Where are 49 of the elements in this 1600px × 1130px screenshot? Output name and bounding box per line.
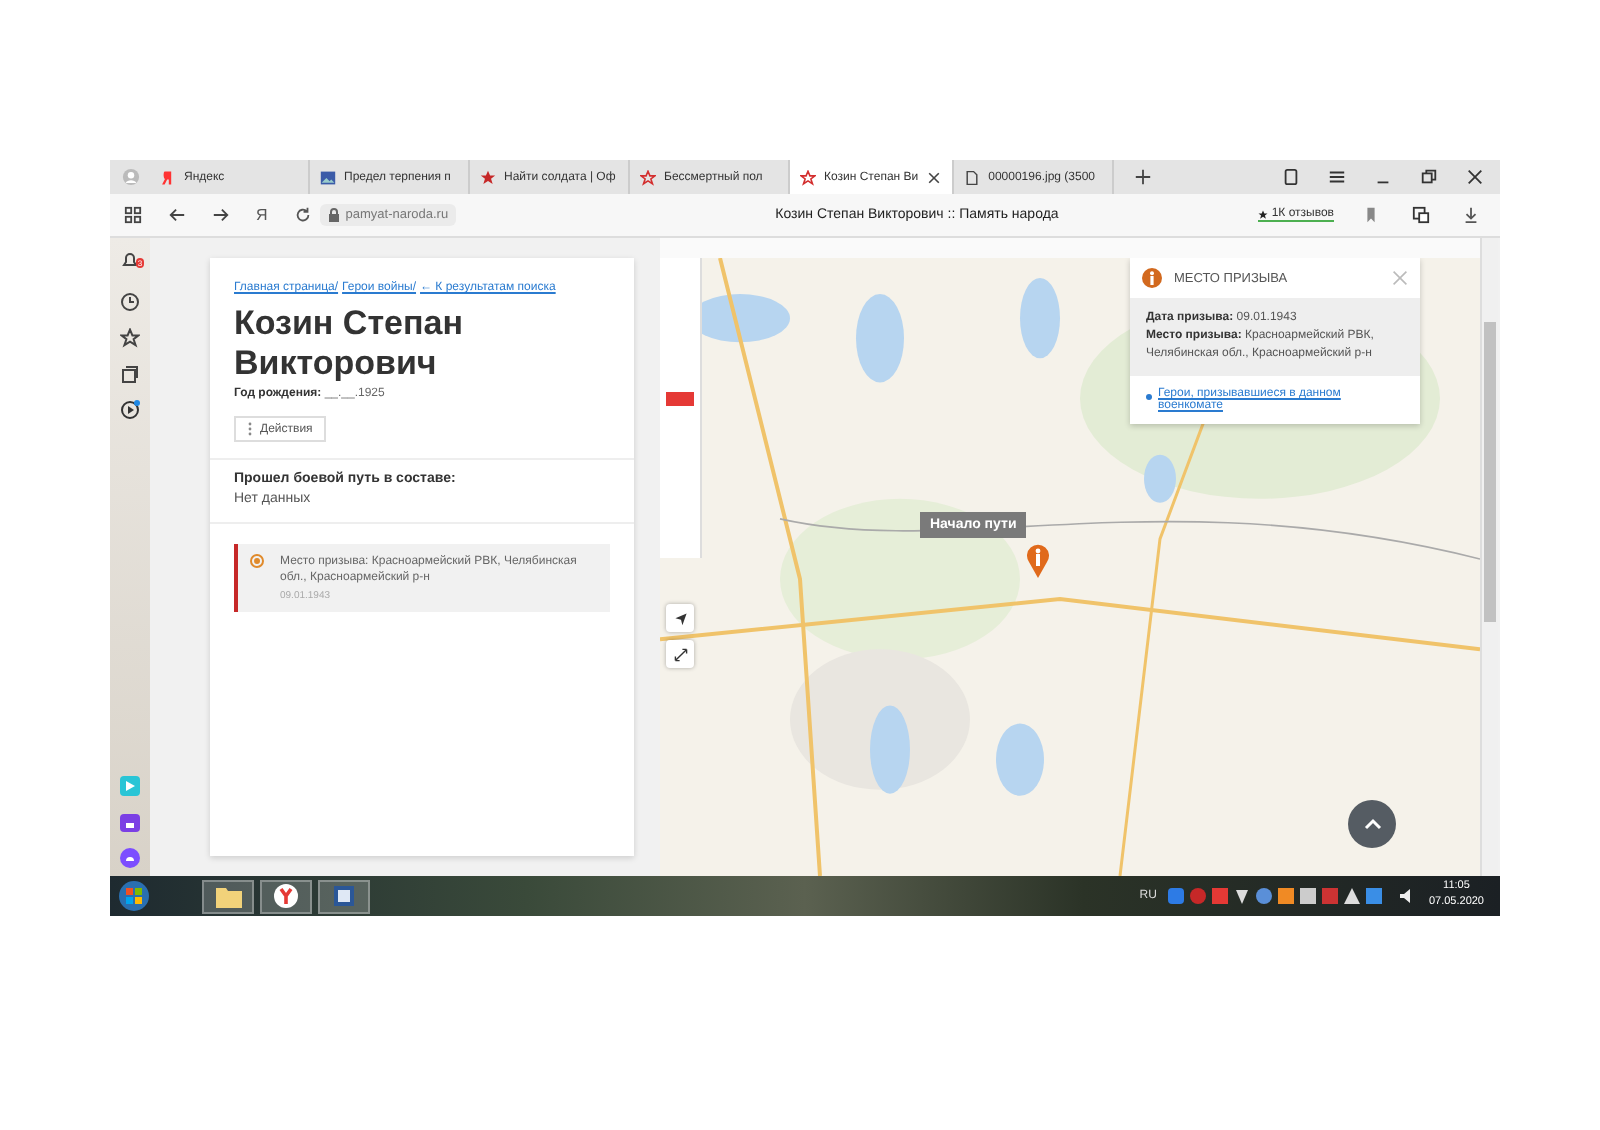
restore-icon[interactable] — [1420, 168, 1438, 186]
zoom-handle[interactable] — [666, 392, 694, 407]
menu-icon[interactable] — [1328, 168, 1346, 186]
fullscreen-button[interactable] — [666, 640, 694, 668]
star-icon — [480, 169, 496, 185]
home-button[interactable]: Я — [256, 206, 268, 224]
play-icon[interactable] — [120, 400, 140, 420]
folder-icon — [215, 885, 241, 907]
bell-icon[interactable] — [120, 250, 140, 270]
star-icon — [640, 169, 656, 185]
arrow-icon — [673, 611, 687, 625]
forward-icon[interactable] — [212, 206, 230, 224]
taskbar-app[interactable] — [260, 879, 312, 913]
collections-icon[interactable] — [1282, 168, 1300, 186]
taskbar-app[interactable] — [202, 879, 254, 913]
lock-icon — [327, 208, 340, 222]
star-icon[interactable] — [120, 328, 140, 348]
download-icon[interactable] — [1462, 206, 1480, 224]
bookmark-icon[interactable] — [1362, 206, 1380, 224]
app-icon[interactable] — [120, 848, 140, 868]
person-pin-icon — [1142, 268, 1162, 288]
image-icon — [320, 169, 336, 185]
star-icon — [1257, 209, 1268, 219]
start-icon[interactable] — [118, 880, 150, 912]
radio-icon — [250, 554, 264, 569]
new-tab-icon[interactable] — [1134, 168, 1153, 186]
document-icon — [332, 884, 356, 908]
zoom-slider[interactable] — [660, 258, 702, 558]
scrollbar[interactable] — [1480, 238, 1498, 876]
expand-icon — [673, 647, 687, 661]
close-icon[interactable] — [926, 169, 943, 185]
file-icon — [964, 169, 981, 185]
taskbar-app[interactable] — [318, 879, 370, 913]
locate-button[interactable] — [666, 604, 694, 632]
logo-icon — [160, 169, 176, 185]
collections-icon[interactable] — [120, 364, 140, 384]
close-icon[interactable] — [1466, 168, 1484, 186]
back-icon[interactable] — [168, 206, 186, 224]
clock-icon[interactable] — [120, 292, 140, 312]
reload-icon[interactable] — [293, 206, 312, 224]
shopping-bag-icon[interactable] — [120, 812, 140, 832]
map-pin-icon[interactable] — [1026, 544, 1050, 578]
browser-icon — [274, 884, 298, 908]
extension-icon[interactable] — [1412, 206, 1430, 224]
chevron-up-icon — [1363, 818, 1381, 830]
bullet-icon — [1146, 394, 1152, 400]
apps-grid-icon[interactable] — [124, 206, 142, 224]
star-icon — [800, 169, 816, 185]
person-name: Козин Степан Викторович — [234, 304, 465, 383]
